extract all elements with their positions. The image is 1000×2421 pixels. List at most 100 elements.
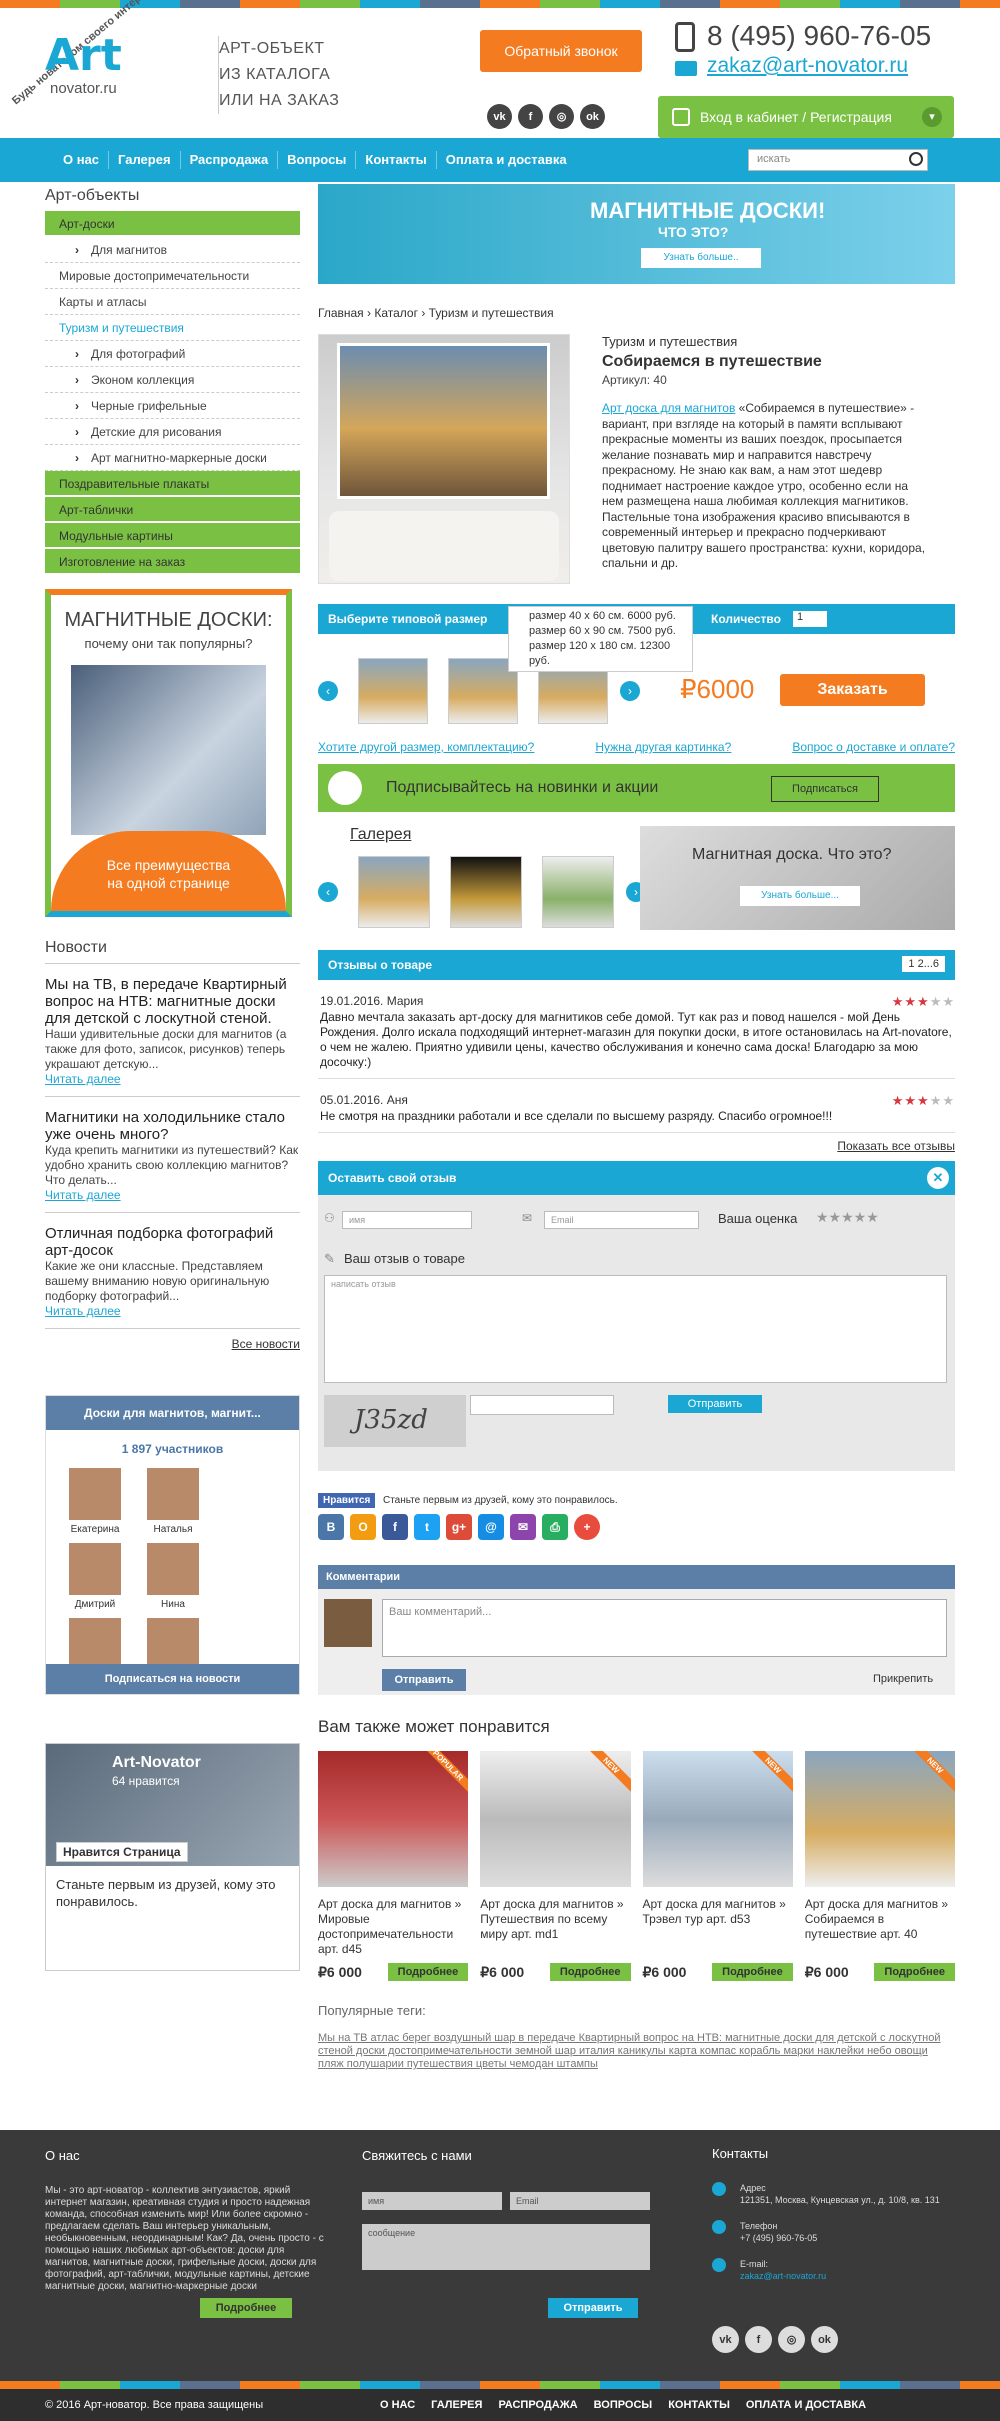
sidebar-category-item[interactable]: Эконом коллекция	[45, 367, 300, 393]
print-share-icon[interactable]: ⎙	[542, 1514, 568, 1540]
read-more-link[interactable]: Читать далее	[45, 1072, 300, 1086]
ok-share-icon[interactable]: О	[350, 1514, 376, 1540]
related-title[interactable]: Арт доска для магнитов » Путешествия по …	[480, 1897, 630, 1957]
promo-banner[interactable]: МАГНИТНЫЕ ДОСКИ: почему они так популярн…	[45, 589, 292, 917]
facebook-icon[interactable]: f	[518, 104, 543, 129]
bottom-nav-item[interactable]: КОНТАКТЫ	[668, 2399, 730, 2411]
gallery-banner-button[interactable]: Узнать больше...	[740, 886, 860, 906]
footer-message-input[interactable]: сообщение	[362, 2224, 650, 2270]
callback-button[interactable]: Обратный звонок	[480, 30, 642, 72]
related-card[interactable]: NEW Арт доска для магнитов » Трэвел тур а…	[642, 1751, 793, 1981]
reviews-pager[interactable]: 1 2...6	[902, 956, 945, 972]
sidebar-category-item[interactable]: Поздравительные плакаты	[45, 471, 300, 497]
delivery-question-link[interactable]: Вопрос о доставке и оплате?	[792, 740, 955, 754]
related-more-button[interactable]: Подробнее	[387, 1963, 469, 1981]
breadcrumb-item[interactable]: Каталог	[374, 306, 418, 320]
news-headline[interactable]: Мы на ТВ, в передаче Квартирный вопрос н…	[45, 976, 300, 1027]
gplus-share-icon[interactable]: g+	[446, 1514, 472, 1540]
top-banner[interactable]: МАГНИТНЫЕ ДОСКИ! ЧТО ЭТО? Узнать больше.…	[318, 184, 955, 284]
search-input[interactable]: искать	[748, 149, 928, 171]
review-textarea[interactable]: написать отзыв	[324, 1275, 947, 1383]
sidebar-category-item[interactable]: Для магнитов	[45, 237, 300, 263]
email-share-icon[interactable]: ✉	[510, 1514, 536, 1540]
related-image[interactable]: NEW	[480, 1751, 631, 1887]
sidebar-category-item[interactable]: Изготовление на заказ	[45, 549, 300, 575]
comment-input[interactable]: Ваш комментарий...	[382, 1599, 947, 1657]
other-picture-link[interactable]: Нужна другая картинка?	[595, 740, 731, 754]
attach-button[interactable]: Прикрепить	[873, 1673, 933, 1685]
tags-cloud[interactable]: Мы на ТВ атлас берег воздушный шар в пер…	[318, 2032, 955, 2071]
footer-name-input[interactable]: имя	[362, 2192, 502, 2210]
gallery-thumb[interactable]	[450, 856, 522, 928]
sidebar-category-item[interactable]: Для фотографий	[45, 341, 300, 367]
bottom-nav-item[interactable]: ВОПРОСЫ	[594, 2399, 653, 2411]
size-option[interactable]: размер 60 х 90 см. 7500 руб.	[529, 624, 686, 639]
mailru-share-icon[interactable]: @	[478, 1514, 504, 1540]
vk-user[interactable]: Дмитрий	[56, 1543, 134, 1610]
size-option[interactable]: размер 120 х 180 см. 12300 руб.	[529, 639, 686, 669]
read-more-link[interactable]: Читать далее	[45, 1304, 300, 1318]
vk-share-icon[interactable]: В	[318, 1514, 344, 1540]
instagram-icon[interactable]: ◎	[549, 104, 574, 129]
bottom-nav-item[interactable]: О НАС	[380, 2399, 415, 2411]
odnoklassniki-icon[interactable]: ok	[580, 104, 605, 129]
fb-like-button[interactable]: Нравится	[318, 1493, 376, 1508]
nav-item-delivery[interactable]: Оплата и доставка	[437, 151, 576, 169]
vk-user[interactable]: Наталья	[134, 1468, 212, 1535]
review-send-button[interactable]: Отправить	[668, 1395, 762, 1413]
phone-number[interactable]: 8 (495) 960-76-05	[707, 20, 931, 52]
other-size-link[interactable]: Хотите другой размер, комплектацию?	[318, 740, 534, 754]
vk-icon[interactable]: vk	[712, 2326, 739, 2353]
vk-widget-title[interactable]: Доски для магнитов, магнит...	[46, 1396, 299, 1430]
related-image[interactable]: POPULAR	[318, 1751, 469, 1887]
facebook-icon[interactable]: f	[745, 2326, 772, 2353]
login-button[interactable]: Вход в кабинет / Регистрация ▾	[658, 96, 954, 138]
footer-more-button[interactable]: Подробнее	[200, 2298, 292, 2318]
size-select[interactable]: размер 40 х 60 см. 6000 руб. размер 60 х…	[508, 606, 693, 672]
gallery-thumb[interactable]	[358, 856, 430, 928]
close-icon[interactable]: ✕	[927, 1167, 949, 1189]
sidebar-category-item[interactable]: Арт-доски	[45, 211, 300, 237]
nav-item-about[interactable]: О нас	[54, 151, 110, 169]
facebook-share-icon[interactable]: f	[382, 1514, 408, 1540]
gallery-banner[interactable]: Магнитная доска. Что это? Узнать больше.…	[640, 826, 955, 930]
next-arrow-icon[interactable]: ›	[620, 681, 640, 701]
related-title[interactable]: Арт доска для магнитов » Трэвел тур арт.…	[643, 1897, 793, 1957]
odnoklassniki-icon[interactable]: ok	[811, 2326, 838, 2353]
nav-item-gallery[interactable]: Галерея	[109, 151, 181, 169]
related-more-button[interactable]: Подробнее	[874, 1963, 955, 1981]
gallery-thumb[interactable]	[542, 856, 614, 928]
rating-stars[interactable]: ★★★★★	[816, 1209, 879, 1226]
order-button[interactable]: Заказать	[780, 674, 925, 706]
bottom-nav-item[interactable]: ГАЛЕРЕЯ	[431, 2399, 482, 2411]
comment-send-button[interactable]: Отправить	[382, 1669, 466, 1691]
related-card[interactable]: NEW Арт доска для магнитов » Путешествия …	[480, 1751, 631, 1981]
sidebar-category-item[interactable]: Туризм и путешествия	[45, 315, 300, 341]
size-option[interactable]: размер 40 х 60 см. 6000 руб.	[529, 609, 686, 624]
product-desc-link[interactable]: Арт доска для магнитов	[602, 401, 735, 415]
show-all-reviews-link[interactable]: Показать все отзывы	[318, 1139, 955, 1153]
related-card[interactable]: NEW Арт доска для магнитов » Собираемся в…	[804, 1751, 955, 1981]
name-input[interactable]: имя	[342, 1211, 472, 1229]
email-link[interactable]: zakaz@art-novator.ru	[707, 54, 908, 78]
twitter-share-icon[interactable]: t	[414, 1514, 440, 1540]
all-news-link[interactable]: Все новости	[45, 1329, 300, 1359]
sidebar-category-item[interactable]: Черные грифельные	[45, 393, 300, 419]
email-value[interactable]: zakaz@art-novator.ru	[740, 2270, 952, 2282]
subscribe-button[interactable]: Подписаться	[771, 776, 879, 802]
related-image[interactable]: NEW	[642, 1751, 793, 1887]
subscribe-news-button[interactable]: Подписаться на новости	[46, 1664, 299, 1694]
sidebar-category-item[interactable]: Арт магнитно-маркерные доски	[45, 445, 300, 471]
facebook-like-button[interactable]: Нравится Страница	[56, 1842, 188, 1862]
related-image[interactable]: NEW	[804, 1751, 955, 1887]
vk-user[interactable]: Екатерина	[56, 1468, 134, 1535]
sidebar-category-item[interactable]: Арт-таблички	[45, 497, 300, 523]
nav-item-sale[interactable]: Распродажа	[181, 151, 279, 169]
facebook-page-name[interactable]: Art-Novator	[112, 1754, 201, 1772]
related-more-button[interactable]: Подробнее	[712, 1963, 793, 1981]
footer-send-button[interactable]: Отправить	[548, 2298, 638, 2318]
banner-button[interactable]: Узнать больше..	[641, 248, 761, 268]
related-title[interactable]: Арт доска для магнитов » Мировые достопр…	[318, 1897, 468, 1957]
news-headline[interactable]: Отличная подборка фотографий арт-досок	[45, 1225, 300, 1259]
bottom-nav-item[interactable]: ОПЛАТА И ДОСТАВКА	[746, 2399, 866, 2411]
